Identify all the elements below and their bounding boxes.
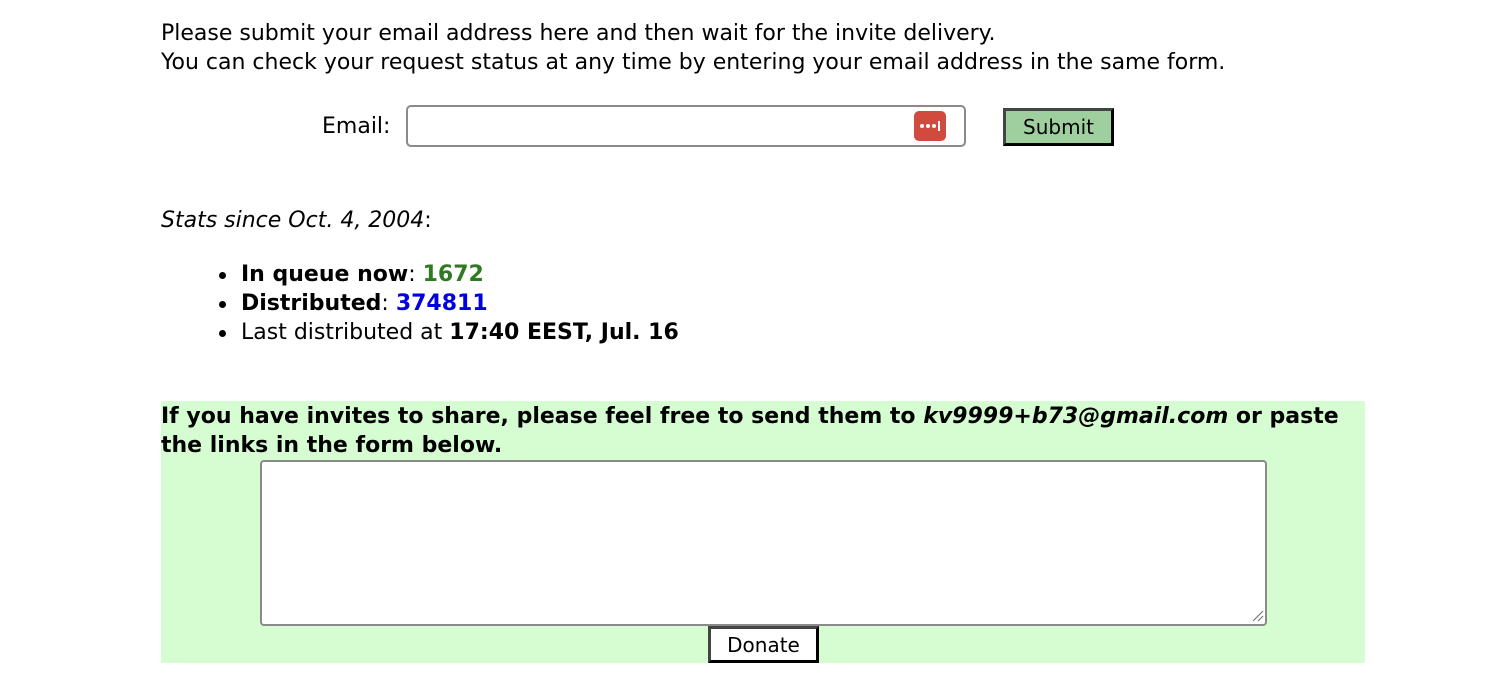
distributed-separator: : — [381, 291, 396, 316]
email-input-wrapper — [406, 105, 966, 147]
stats-title-suffix: : — [424, 208, 432, 233]
distributed-label: Distributed — [241, 291, 382, 316]
last-distributed-prefix: Last distributed at — [241, 320, 450, 345]
share-invites-panel: If you have invites to share, please fee… — [161, 401, 1365, 663]
submit-button[interactable]: Submit — [1003, 108, 1114, 146]
list-item-last-distributed: Last distributed at 17:40 EEST, Jul. 16 — [219, 318, 679, 347]
invite-links-textarea[interactable] — [260, 460, 1267, 626]
email-label: Email: — [322, 114, 391, 139]
stats-heading: Stats since Oct. 4, 2004: — [161, 206, 432, 235]
last-distributed-value: 17:40 EEST, Jul. 16 — [449, 320, 679, 345]
in-queue-value: 1672 — [422, 262, 484, 287]
list-item-distributed: Distributed: 374811 — [219, 289, 679, 318]
in-queue-separator: : — [408, 262, 423, 287]
in-queue-label: In queue now — [241, 262, 409, 287]
intro-line-1: Please submit your email address here an… — [161, 21, 996, 46]
email-input[interactable] — [406, 105, 966, 147]
email-form: Email: Submit — [0, 105, 1502, 149]
password-manager-icon[interactable] — [914, 111, 946, 141]
resize-grip-icon[interactable] — [1250, 608, 1264, 622]
stats-title: Stats since Oct. 4, 2004 — [161, 208, 425, 233]
intro-text: Please submit your email address here an… — [161, 19, 1225, 77]
distributed-value: 374811 — [395, 291, 488, 316]
list-item-in-queue: In queue now: 1672 — [219, 260, 679, 289]
stats-list: In queue now: 1672 Distributed: 374811 L… — [219, 260, 679, 347]
password-dots-icon — [920, 121, 940, 131]
share-email: kv9999+b73@gmail.com — [923, 404, 1229, 429]
share-text-prefix: If you have invites to share, please fee… — [161, 404, 924, 429]
intro-line-2: You can check your request status at any… — [161, 50, 1226, 75]
donate-button[interactable]: Donate — [708, 626, 819, 663]
share-instructions: If you have invites to share, please fee… — [161, 402, 1365, 460]
